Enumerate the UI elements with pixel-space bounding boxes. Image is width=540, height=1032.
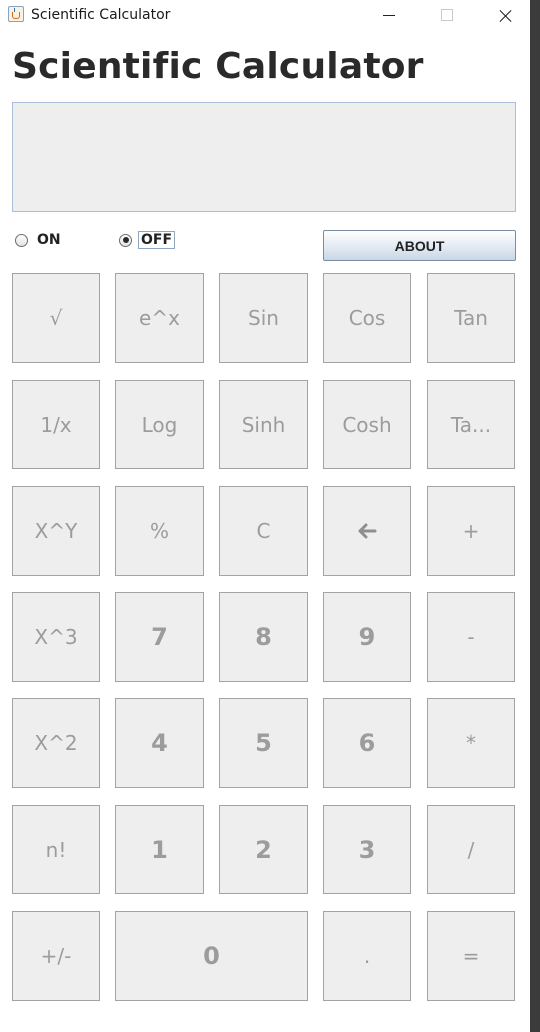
- cosh-key[interactable]: Cosh: [323, 380, 411, 469]
- cos-key[interactable]: Cos: [323, 273, 411, 363]
- tan-key[interactable]: Tan: [427, 273, 515, 363]
- power-on-label: ON: [37, 232, 61, 248]
- negate-key[interactable]: +/-: [12, 911, 100, 1001]
- java-cup-icon: [8, 6, 24, 22]
- plus-key[interactable]: +: [427, 486, 515, 576]
- digit-4-key[interactable]: 4: [115, 698, 204, 788]
- equals-key[interactable]: =: [427, 911, 515, 1001]
- app-heading: Scientific Calculator: [12, 46, 424, 87]
- power-on-radio[interactable]: ON: [15, 230, 61, 250]
- radio-circle-unchecked[interactable]: [15, 233, 28, 247]
- digit-3-key[interactable]: 3: [323, 805, 411, 894]
- sqrt-key[interactable]: √: [12, 273, 100, 363]
- power-key[interactable]: X^Y: [12, 486, 100, 576]
- window-title: Scientific Calculator: [31, 7, 171, 23]
- digit-5-key[interactable]: 5: [219, 698, 308, 788]
- maximize-button[interactable]: [424, 0, 470, 31]
- digit-9-key[interactable]: 9: [323, 592, 411, 682]
- clear-key[interactable]: C: [219, 486, 308, 576]
- square-key[interactable]: X^2: [12, 698, 100, 788]
- title-bar: Scientific Calculator: [0, 0, 530, 31]
- divide-key[interactable]: /: [427, 805, 515, 894]
- cube-key[interactable]: X^3: [12, 592, 100, 682]
- digit-6-key[interactable]: 6: [323, 698, 411, 788]
- backspace-key[interactable]: [323, 486, 411, 576]
- minus-key[interactable]: -: [427, 592, 515, 682]
- sinh-key[interactable]: Sinh: [219, 380, 308, 469]
- minimize-button[interactable]: [366, 0, 412, 31]
- decimal-key[interactable]: .: [323, 911, 411, 1001]
- power-off-label: OFF: [138, 231, 176, 249]
- tanh-key[interactable]: Ta...: [427, 380, 515, 469]
- digit-0-key[interactable]: 0: [115, 911, 308, 1001]
- arrow-left-icon: [358, 523, 377, 539]
- calculator-display[interactable]: [12, 102, 516, 212]
- multiply-key[interactable]: *: [427, 698, 515, 788]
- about-button[interactable]: ABOUT: [323, 230, 516, 261]
- exp-key[interactable]: e^x: [115, 273, 204, 363]
- calculator-window: Scientific Calculator Scientific Calcula…: [0, 0, 530, 1032]
- digit-2-key[interactable]: 2: [219, 805, 308, 894]
- reciprocal-key[interactable]: 1/x: [12, 380, 100, 469]
- digit-1-key[interactable]: 1: [115, 805, 204, 894]
- digit-7-key[interactable]: 7: [115, 592, 204, 682]
- radio-circle-checked[interactable]: [119, 233, 132, 247]
- log-key[interactable]: Log: [115, 380, 204, 469]
- digit-8-key[interactable]: 8: [219, 592, 308, 682]
- power-off-radio[interactable]: OFF: [119, 230, 176, 250]
- factorial-key[interactable]: n!: [12, 805, 100, 894]
- sin-key[interactable]: Sin: [219, 273, 308, 363]
- percent-key[interactable]: %: [115, 486, 204, 576]
- close-button[interactable]: [482, 0, 528, 31]
